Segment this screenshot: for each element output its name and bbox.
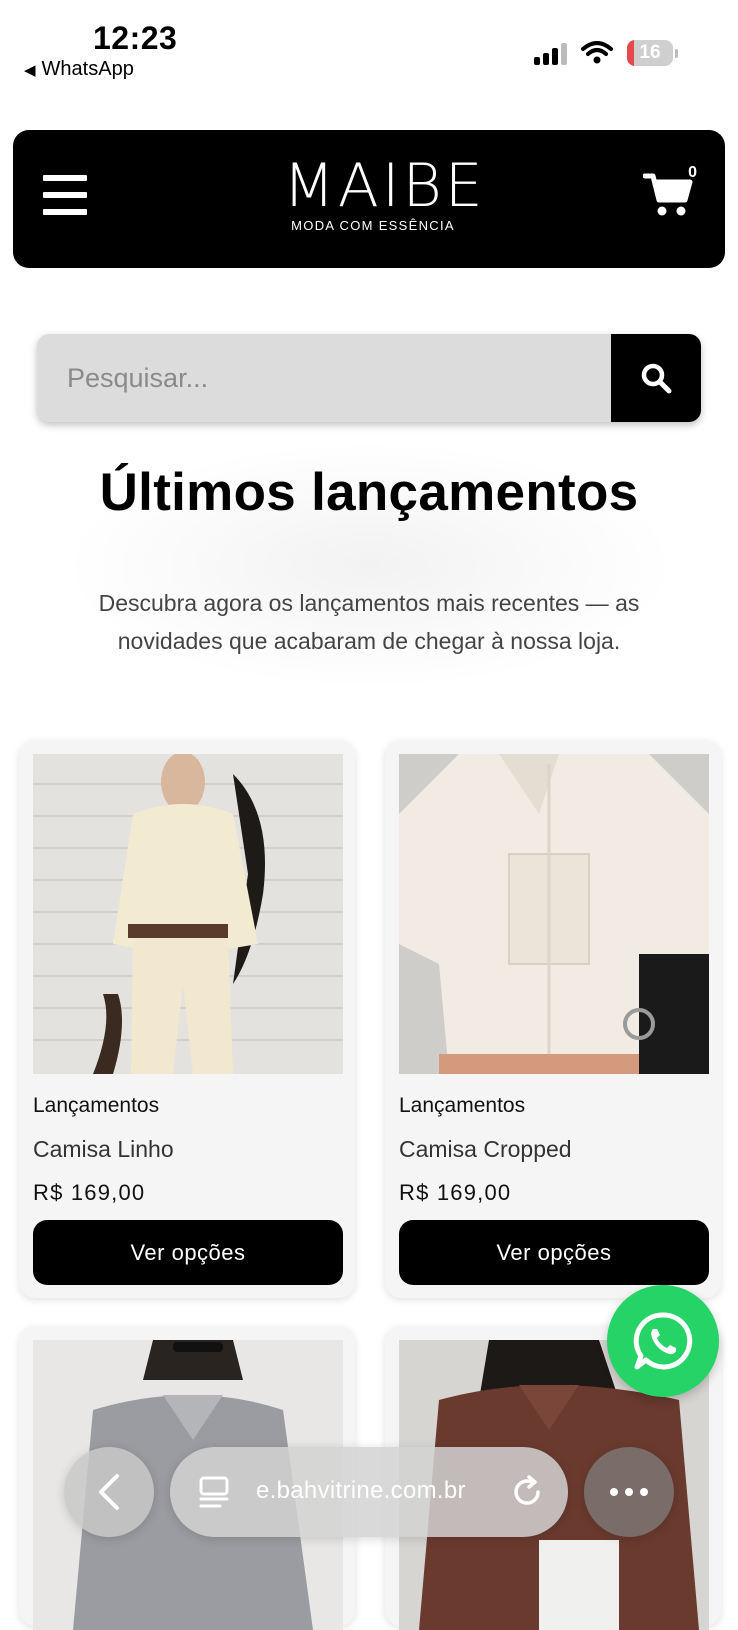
product-category: Lançamentos xyxy=(33,1094,160,1117)
cellular-signal-icon xyxy=(534,41,567,65)
see-options-button[interactable]: Ver opções xyxy=(33,1220,343,1285)
product-name[interactable]: Camisa Linho xyxy=(33,1136,174,1163)
search-button[interactable] xyxy=(611,334,701,422)
site-logo[interactable]: MAIBE MODA COM ESSÊNCIA xyxy=(283,151,486,242)
status-indicators: 16 xyxy=(534,40,678,66)
logo-tagline: MODA COM ESSÊNCIA xyxy=(291,218,455,233)
tabs-icon xyxy=(199,1476,229,1508)
see-options-button[interactable]: Ver opções xyxy=(399,1220,709,1285)
search-bar xyxy=(37,334,701,422)
cart-icon xyxy=(642,173,693,216)
product-price: R$ 169,00 xyxy=(399,1180,512,1205)
reload-icon[interactable] xyxy=(510,1475,544,1509)
whatsapp-icon xyxy=(633,1312,693,1370)
product-price: R$ 169,00 xyxy=(33,1180,146,1205)
browser-toolbar: e.bahvitrine.com.br xyxy=(0,1440,738,1550)
cart-button[interactable]: 0 xyxy=(642,164,697,220)
section-title: Últimos lançamentos xyxy=(99,463,639,522)
browser-back-button[interactable] xyxy=(64,1447,154,1537)
battery-icon: 16 xyxy=(627,40,673,66)
search-input[interactable] xyxy=(37,334,611,422)
search-icon xyxy=(641,363,672,394)
back-to-app-link[interactable]: ◀ WhatsApp xyxy=(24,58,134,81)
product-image[interactable] xyxy=(399,754,709,1074)
status-bar: 12:23 ◀ WhatsApp 16 xyxy=(0,0,738,95)
product-image[interactable] xyxy=(33,754,343,1074)
product-category: Lançamentos xyxy=(399,1094,526,1117)
whatsapp-chat-button[interactable] xyxy=(607,1285,719,1397)
wifi-icon xyxy=(581,41,613,64)
hamburger-icon[interactable] xyxy=(43,175,87,215)
cart-count-badge: 0 xyxy=(688,164,697,181)
section-subtitle: Descubra agora os lançamentos mais recen… xyxy=(98,590,640,654)
product-card[interactable]: Lançamentos Camisa Cropped R$ 169,00 Ver… xyxy=(385,740,721,1298)
chevron-left-icon xyxy=(99,1474,119,1510)
back-app-label: WhatsApp xyxy=(41,58,134,80)
product-card[interactable]: Lançamentos Camisa Linho R$ 169,00 Ver o… xyxy=(19,740,355,1298)
product-name[interactable]: Camisa Cropped xyxy=(399,1136,572,1163)
status-time: 12:23 xyxy=(93,20,178,56)
more-icon[interactable] xyxy=(584,1447,674,1537)
logo-wordmark: MAIBE xyxy=(283,151,486,221)
back-triangle-icon: ◀ xyxy=(24,61,36,79)
site-header: MAIBE MODA COM ESSÊNCIA 0 xyxy=(13,130,725,268)
address-url: e.bahvitrine.com.br xyxy=(256,1477,466,1504)
battery-level: 16 xyxy=(639,42,661,63)
address-bar[interactable]: e.bahvitrine.com.br xyxy=(170,1447,568,1537)
